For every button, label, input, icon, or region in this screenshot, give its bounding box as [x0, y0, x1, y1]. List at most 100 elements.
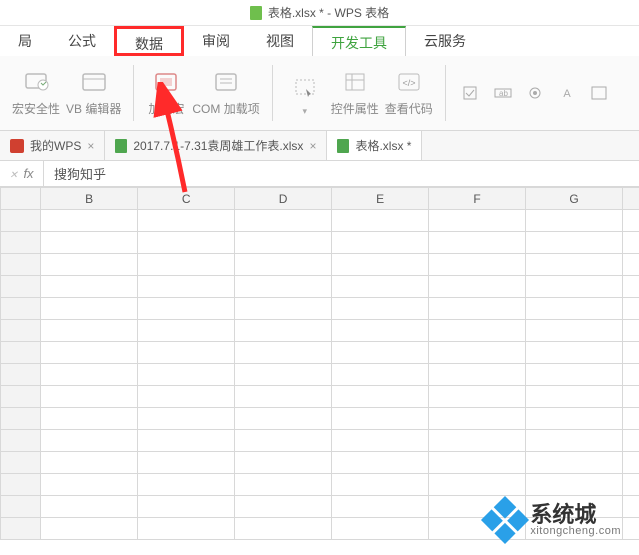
com-addins-button[interactable]: COM 加载项	[192, 70, 259, 117]
cell[interactable]	[332, 232, 429, 254]
menu-item-审阅[interactable]: 审阅	[184, 26, 248, 56]
cell[interactable]	[41, 254, 138, 276]
cell[interactable]	[623, 254, 639, 276]
row-header[interactable]	[1, 342, 41, 364]
cell[interactable]	[526, 210, 623, 232]
cell[interactable]	[623, 518, 639, 540]
cell[interactable]	[429, 518, 526, 540]
cell[interactable]	[623, 276, 639, 298]
cell[interactable]	[41, 232, 138, 254]
cell[interactable]	[41, 408, 138, 430]
cell[interactable]	[623, 430, 639, 452]
cell[interactable]	[41, 386, 138, 408]
cell[interactable]	[623, 320, 639, 342]
cell[interactable]	[332, 452, 429, 474]
cell[interactable]	[41, 298, 138, 320]
cell[interactable]	[332, 210, 429, 232]
document-tab[interactable]: 2017.7.1-7.31袁周雄工作表.xlsx×	[105, 131, 327, 160]
cell[interactable]	[235, 276, 332, 298]
cell[interactable]	[235, 298, 332, 320]
cell[interactable]	[623, 474, 639, 496]
cell[interactable]	[138, 474, 235, 496]
cell[interactable]	[526, 408, 623, 430]
cell[interactable]	[429, 276, 526, 298]
cell[interactable]	[235, 430, 332, 452]
row-header[interactable]	[1, 496, 41, 518]
close-icon[interactable]: ×	[87, 139, 94, 153]
row-header[interactable]	[1, 298, 41, 320]
menu-item-视图[interactable]: 视图	[248, 26, 312, 56]
cell[interactable]	[429, 496, 526, 518]
row-header[interactable]	[1, 254, 41, 276]
cell[interactable]	[332, 254, 429, 276]
cell[interactable]	[429, 430, 526, 452]
cell[interactable]	[526, 232, 623, 254]
cell[interactable]	[429, 320, 526, 342]
cell[interactable]	[429, 386, 526, 408]
cell[interactable]	[623, 298, 639, 320]
spreadsheet-grid[interactable]: BCDEFGH	[0, 187, 639, 540]
row-header[interactable]	[1, 232, 41, 254]
cell[interactable]	[623, 386, 639, 408]
cell[interactable]	[138, 430, 235, 452]
column-header[interactable]: C	[138, 188, 235, 210]
cell[interactable]	[41, 320, 138, 342]
column-header[interactable]: G	[526, 188, 623, 210]
cell[interactable]	[332, 474, 429, 496]
cell[interactable]	[623, 210, 639, 232]
cell[interactable]	[526, 386, 623, 408]
cell[interactable]	[332, 386, 429, 408]
column-header[interactable]: B	[41, 188, 138, 210]
cell[interactable]	[235, 364, 332, 386]
cell[interactable]	[332, 496, 429, 518]
row-header[interactable]	[1, 276, 41, 298]
cell[interactable]	[526, 276, 623, 298]
cell[interactable]	[41, 474, 138, 496]
cell[interactable]	[235, 474, 332, 496]
menu-item-数据[interactable]: 数据	[114, 26, 184, 56]
fx-label[interactable]: ✕ fx	[0, 161, 44, 186]
cell[interactable]	[138, 518, 235, 540]
cell[interactable]	[41, 496, 138, 518]
cell[interactable]	[332, 342, 429, 364]
cell[interactable]	[235, 408, 332, 430]
cell[interactable]	[41, 210, 138, 232]
row-header[interactable]	[1, 364, 41, 386]
row-header[interactable]	[1, 386, 41, 408]
cell[interactable]	[235, 254, 332, 276]
row-header[interactable]	[1, 430, 41, 452]
cell[interactable]	[526, 474, 623, 496]
cell[interactable]	[623, 342, 639, 364]
close-icon[interactable]: ×	[309, 139, 316, 153]
cell[interactable]	[526, 342, 623, 364]
cell[interactable]	[138, 408, 235, 430]
cell[interactable]	[429, 298, 526, 320]
cell[interactable]	[332, 364, 429, 386]
cell[interactable]	[526, 298, 623, 320]
cell[interactable]	[41, 518, 138, 540]
more-controls-button[interactable]	[586, 84, 612, 102]
cell[interactable]	[526, 496, 623, 518]
cell[interactable]	[138, 254, 235, 276]
cell[interactable]	[138, 298, 235, 320]
insert-control-button[interactable]: ▾	[285, 76, 325, 117]
cell[interactable]	[138, 386, 235, 408]
cell[interactable]	[138, 210, 235, 232]
column-header[interactable]: H	[623, 188, 639, 210]
menu-item-开发工具[interactable]: 开发工具	[312, 26, 406, 56]
cell[interactable]	[235, 342, 332, 364]
cell[interactable]	[429, 254, 526, 276]
cell[interactable]	[235, 386, 332, 408]
control-properties-button[interactable]: 控件属性	[331, 70, 379, 117]
cell[interactable]	[235, 518, 332, 540]
cell[interactable]	[526, 518, 623, 540]
cell[interactable]	[332, 430, 429, 452]
cell[interactable]	[526, 364, 623, 386]
cell[interactable]	[429, 408, 526, 430]
column-header[interactable]: F	[429, 188, 526, 210]
cell[interactable]	[623, 408, 639, 430]
row-header[interactable]	[1, 518, 41, 540]
cell[interactable]	[138, 320, 235, 342]
cell[interactable]	[41, 430, 138, 452]
row-header[interactable]	[1, 474, 41, 496]
